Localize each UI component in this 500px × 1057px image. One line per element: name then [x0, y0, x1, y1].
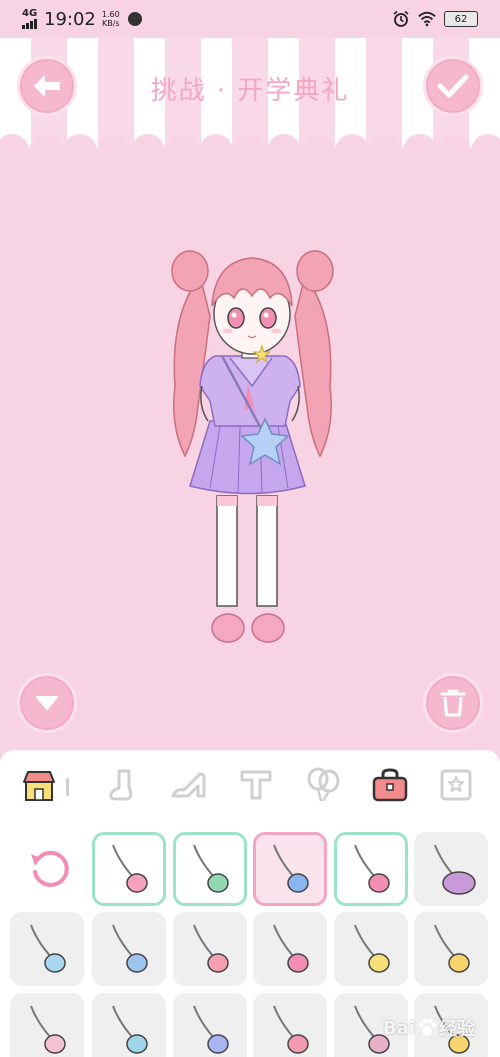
awning-scallops — [0, 124, 500, 148]
bag-item-heart-yellow[interactable] — [414, 912, 488, 986]
app-notification-icon — [127, 12, 142, 26]
stick-charm-icon — [273, 1005, 309, 1054]
frog-charm-icon — [193, 844, 229, 893]
socks-icon — [109, 769, 133, 801]
battery-level: 62 — [454, 13, 468, 25]
delete-button[interactable] — [423, 673, 483, 733]
checkmark-icon — [437, 74, 469, 98]
trash-icon — [440, 689, 466, 717]
bag-item-tag[interactable] — [173, 912, 247, 986]
network-type: 4G — [22, 8, 38, 19]
cat-charm-icon — [354, 924, 390, 973]
status-bar: 4G 19:02 1.60 KB/s 62 — [0, 0, 500, 38]
bag-item-stick[interactable] — [253, 993, 327, 1057]
bag-icon — [372, 768, 408, 802]
bag-item-frog[interactable] — [173, 832, 247, 906]
back-button[interactable] — [17, 56, 77, 116]
character-avatar — [171, 250, 334, 643]
heart-yellow-charm-icon — [434, 924, 470, 973]
watermark-text-2: 经验 — [439, 1019, 476, 1040]
tab-bags[interactable] — [371, 766, 409, 804]
bag-item-bunny[interactable] — [10, 993, 84, 1057]
confirm-button[interactable] — [423, 56, 483, 116]
star-pink-charm-icon — [273, 924, 309, 973]
tab-hats[interactable] — [237, 766, 275, 804]
tag-charm-icon — [193, 924, 229, 973]
heart-charm-icon — [112, 844, 148, 893]
tab-balloons[interactable] — [304, 766, 342, 804]
bear-charm-icon — [112, 1005, 148, 1054]
arrow-left-icon — [34, 75, 60, 97]
bunny-charm-icon — [30, 1005, 66, 1054]
tab-scroll-edge — [66, 778, 69, 796]
bag-item-cat[interactable] — [334, 912, 408, 986]
reset-button[interactable] — [20, 832, 80, 906]
tag-charm-icon — [112, 924, 148, 973]
network-indicator: 4G — [22, 9, 38, 29]
battery-icon: 62 — [444, 11, 478, 27]
hat-icon — [240, 770, 272, 800]
star-badge-icon — [440, 769, 472, 801]
paw-icon — [418, 1018, 437, 1036]
tab-socks[interactable] — [103, 766, 141, 804]
balloon-icon — [307, 767, 340, 802]
bag-item-bear[interactable] — [92, 993, 166, 1057]
high-heel-icon — [171, 772, 206, 798]
star-charm-icon — [273, 844, 309, 893]
category-tabs — [0, 750, 500, 820]
watermark-text: Bai — [383, 1017, 416, 1039]
checker-bag-charm-icon — [434, 844, 476, 895]
page-title: 挑战 · 开学典礼 — [150, 76, 350, 106]
bag-item-candy[interactable] — [334, 832, 408, 906]
wifi-icon — [418, 11, 436, 27]
bag-item-tag[interactable] — [92, 912, 166, 986]
tab-shoes[interactable] — [170, 766, 208, 804]
bag-item-star[interactable] — [253, 832, 327, 906]
cloud-charm-icon — [30, 924, 66, 973]
tab-shop[interactable] — [20, 766, 58, 804]
clock: 19:02 — [44, 8, 96, 30]
alarm-icon — [393, 10, 409, 27]
bag-item-bottle[interactable] — [173, 993, 247, 1057]
collapse-button[interactable] — [17, 673, 77, 733]
bag-item-checker-bag[interactable] — [414, 832, 488, 906]
signal-icon — [22, 19, 37, 29]
watermark: Bai 经验 — [383, 1010, 493, 1046]
bottle-charm-icon — [193, 1005, 229, 1054]
bag-item-star-pink[interactable] — [253, 912, 327, 986]
triangle-down-icon — [36, 696, 58, 710]
undo-icon — [31, 850, 69, 887]
network-speed: 1.60 KB/s — [102, 10, 120, 28]
candy-charm-icon — [354, 844, 390, 893]
tab-badges[interactable] — [437, 766, 475, 804]
speed-value: 1.60 — [101, 10, 120, 19]
shop-icon — [23, 771, 55, 801]
bag-item-heart[interactable] — [92, 832, 166, 906]
speed-unit: KB/s — [101, 19, 120, 28]
bag-item-cloud[interactable] — [10, 912, 84, 986]
